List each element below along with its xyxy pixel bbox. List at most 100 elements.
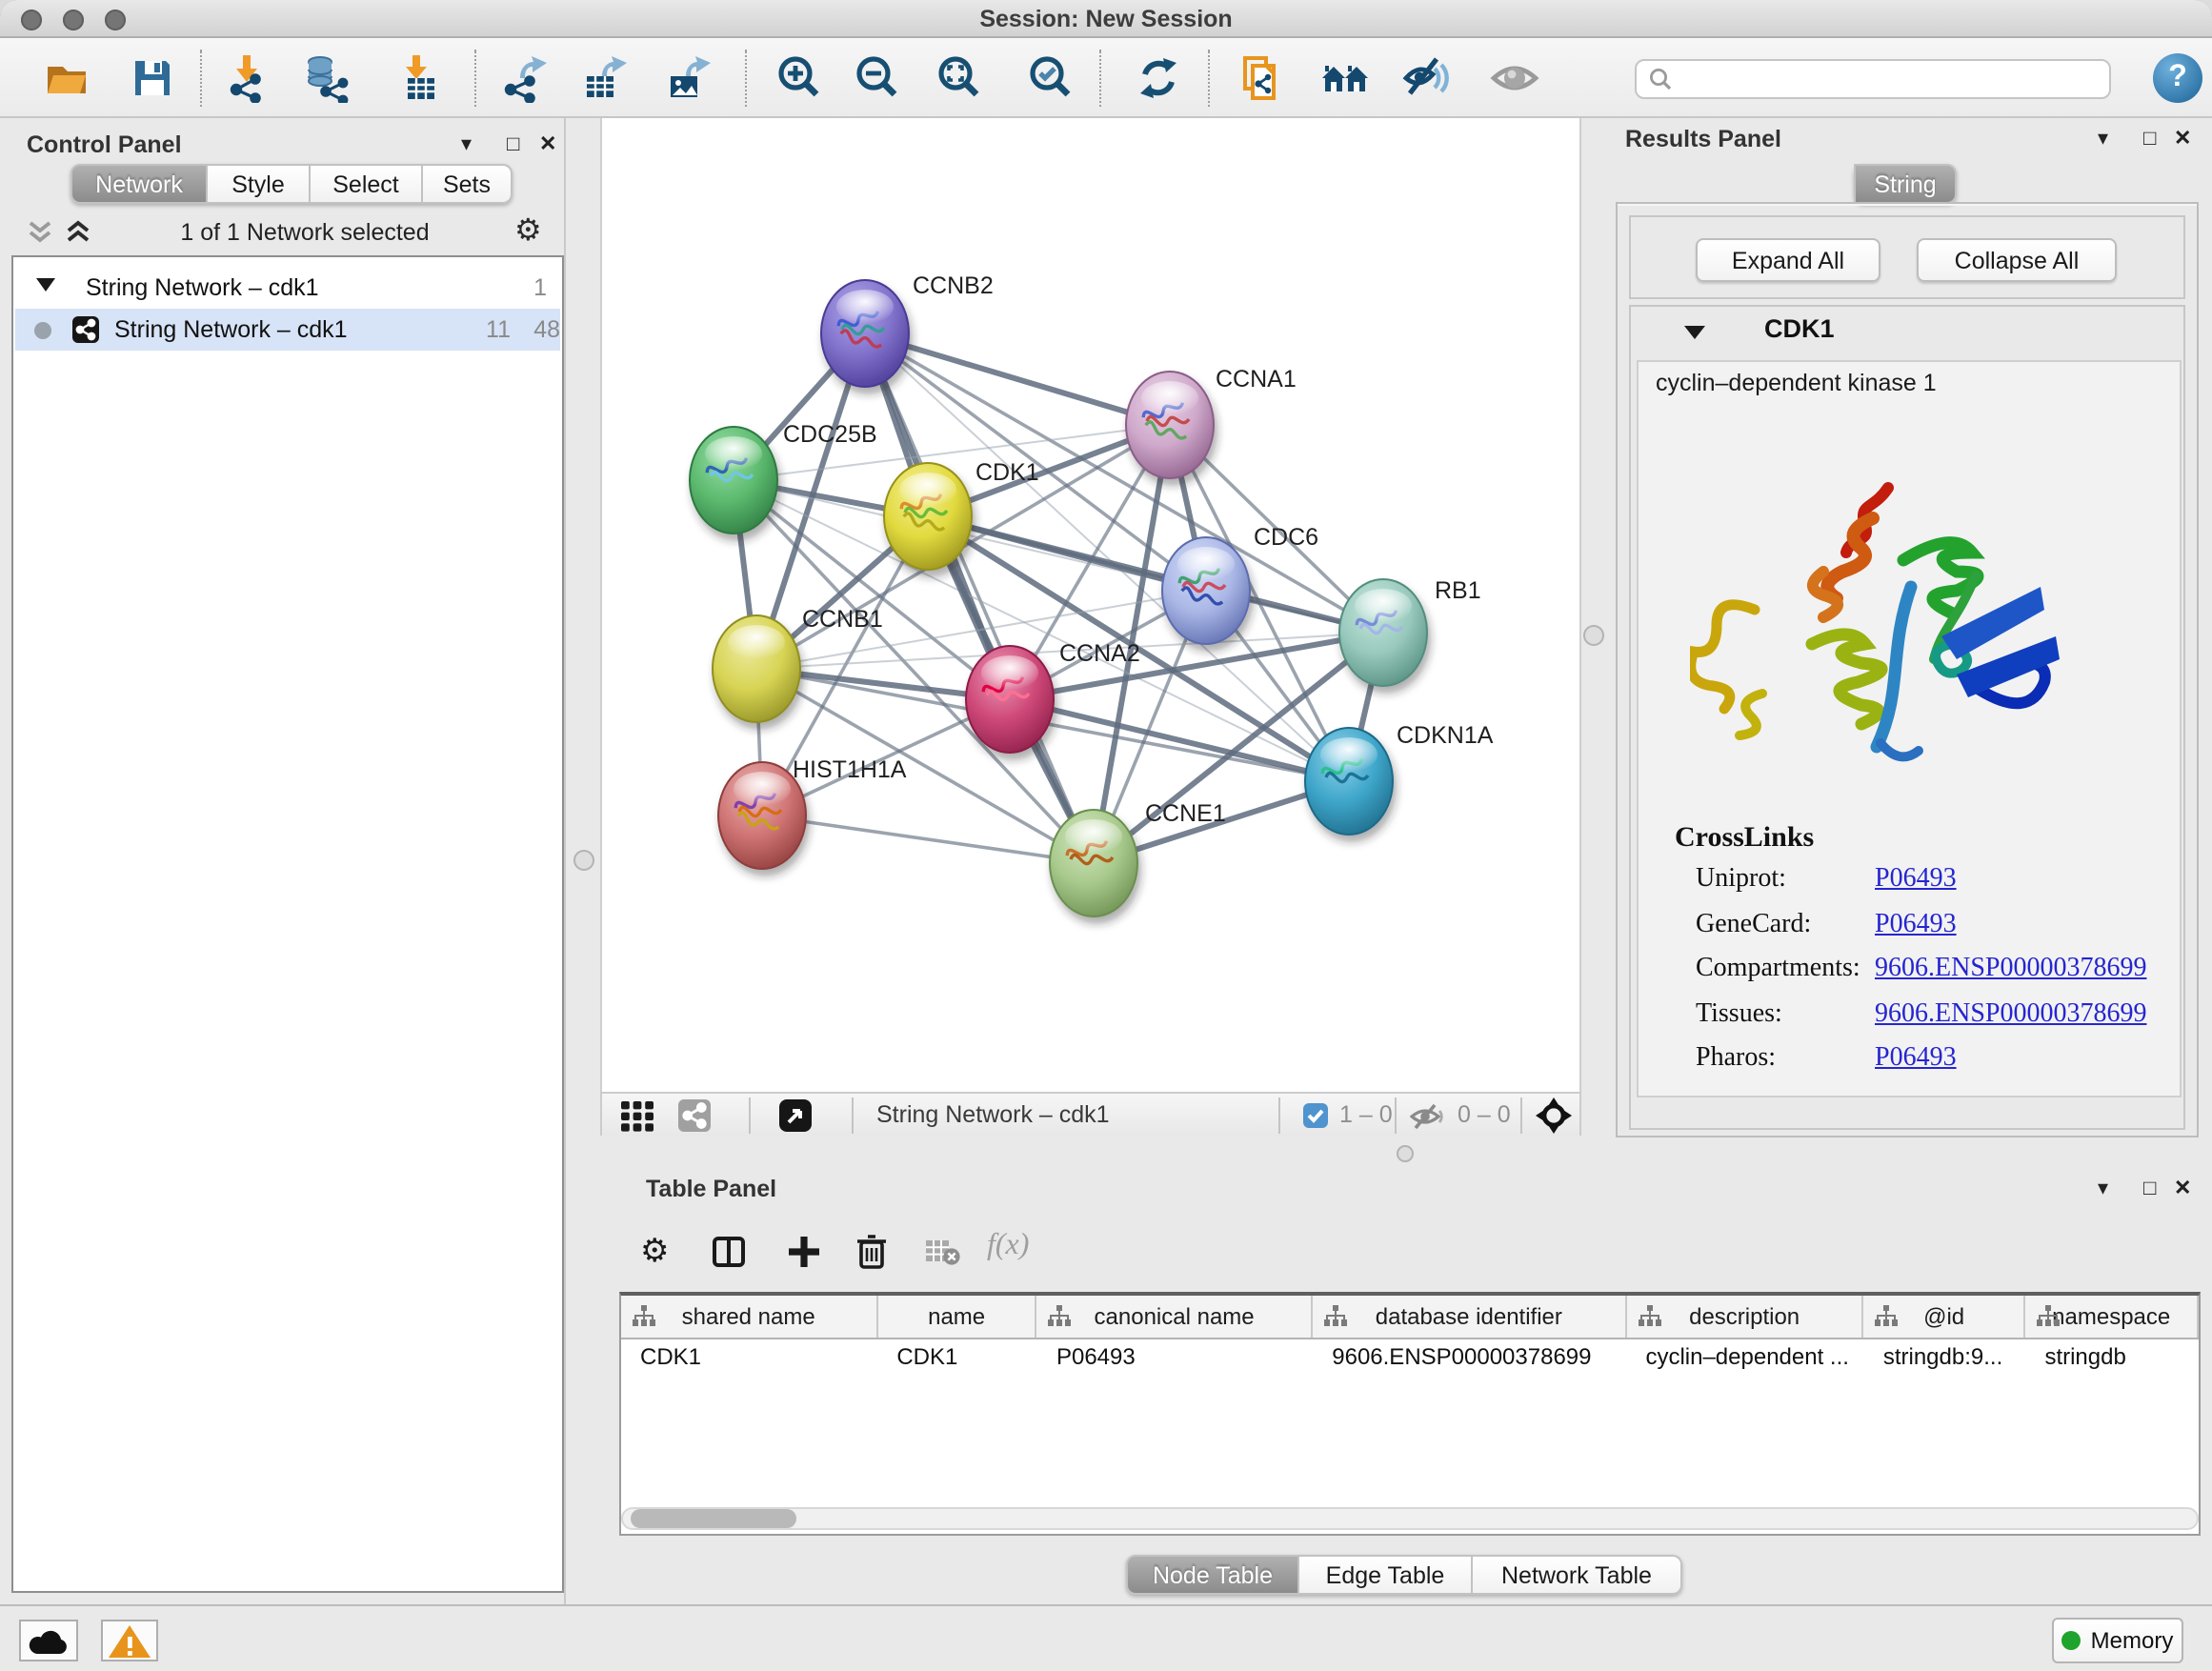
right-splitter-handle[interactable] <box>1583 625 1604 646</box>
table-horizontal-scrollbar[interactable] <box>621 1507 2199 1530</box>
horizontal-splitter-handle[interactable] <box>1397 1145 1414 1162</box>
node-CCNB2[interactable] <box>821 280 909 387</box>
export-network-icon[interactable] <box>501 53 551 103</box>
crosslink-row: Compartments:9606.ENSP00000378699 <box>1696 955 2172 999</box>
node-CDK1[interactable] <box>884 463 972 570</box>
column-header-sharedname[interactable]: shared name <box>621 1296 877 1338</box>
column-label: name <box>877 1296 1036 1338</box>
column-header-namespace[interactable]: namespace <box>2025 1296 2199 1338</box>
import-database-icon[interactable] <box>303 53 352 103</box>
column-header-canonicalname[interactable]: canonical name <box>1037 1296 1313 1338</box>
tab-network[interactable]: Network <box>70 164 208 204</box>
import-table-icon[interactable] <box>392 53 442 103</box>
node-CDC25B[interactable] <box>690 427 777 534</box>
table-cell[interactable]: 9606.ENSP00000378699 <box>1313 1339 1626 1374</box>
expand-all-icon[interactable] <box>65 219 91 244</box>
export-image-icon[interactable] <box>663 53 713 103</box>
tab-select[interactable]: Select <box>311 164 423 204</box>
control-panel-menu-icon[interactable]: ▾ <box>461 131 472 158</box>
expand-all-button[interactable]: Expand All <box>1696 238 1880 282</box>
share-document-icon[interactable] <box>1238 53 1288 103</box>
node-CCNA2[interactable] <box>966 646 1054 753</box>
warning-button[interactable] <box>101 1620 158 1661</box>
selected-checkbox-icon[interactable] <box>1303 1103 1328 1128</box>
table-cell[interactable]: stringdb:9... <box>1864 1339 2026 1374</box>
current-network-title: String Network – cdk1 <box>876 1094 1110 1137</box>
crosslink-link[interactable]: P06493 <box>1875 910 1957 940</box>
network-canvas[interactable]: CCNB2CCNA1CDC25BCDK1CDC6RB1CCNB1CCNA2CDK… <box>602 118 1579 1092</box>
birds-eye-view-icon[interactable] <box>779 1099 812 1132</box>
crosslink-link[interactable]: P06493 <box>1875 865 1957 896</box>
table-panel-float-icon[interactable]: □ <box>2143 1176 2156 1202</box>
network-type-icon[interactable] <box>678 1099 711 1132</box>
section-expander-icon[interactable] <box>1684 324 1705 341</box>
open-session-icon[interactable] <box>42 53 91 103</box>
collapse-all-button[interactable]: Collapse All <box>1917 238 2117 282</box>
table-row[interactable]: CDK1CDK1P064939606.ENSP00000378699cyclin… <box>621 1339 2199 1374</box>
collapse-all-icon[interactable] <box>27 219 53 244</box>
delete-column-icon[interactable] <box>855 1233 888 1269</box>
left-splitter-handle[interactable] <box>573 850 594 871</box>
node-CCNA1[interactable] <box>1126 372 1214 478</box>
node-CCNB1[interactable] <box>713 615 800 722</box>
network-collection-row[interactable]: String Network – cdk1 1 <box>13 269 562 307</box>
home-icon[interactable] <box>1320 53 1370 103</box>
column-header-databaseidentifier[interactable]: database identifier <box>1313 1296 1626 1338</box>
center-view-icon[interactable] <box>1536 1097 1572 1134</box>
network-row-selected[interactable]: String Network – cdk1 11 48 <box>15 309 560 351</box>
memory-button[interactable]: Memory <box>2052 1618 2183 1663</box>
show-eye-icon[interactable] <box>1490 53 1539 103</box>
add-column-icon[interactable] <box>787 1235 821 1269</box>
table-gear-icon[interactable]: ⚙ <box>640 1233 670 1271</box>
refresh-icon[interactable] <box>1134 53 1183 103</box>
table-cell[interactable]: stringdb <box>2025 1339 2199 1374</box>
column-header-description[interactable]: description <box>1626 1296 1863 1338</box>
table-panel-menu-icon[interactable]: ▾ <box>2098 1176 2108 1202</box>
control-panel-float-icon[interactable]: □ <box>507 131 519 158</box>
column-header-id[interactable]: @id <box>1864 1296 2026 1338</box>
zoom-fit-icon[interactable] <box>935 53 985 103</box>
tab-network-table[interactable]: Network Table <box>1473 1555 1682 1595</box>
tab-string[interactable]: String <box>1854 164 1957 204</box>
zoom-in-icon[interactable] <box>775 53 825 103</box>
zoom-selected-icon[interactable] <box>1027 53 1076 103</box>
crosslink-link[interactable]: 9606.ENSP00000378699 <box>1875 955 2146 985</box>
help-button[interactable]: ? <box>2153 53 2202 103</box>
toolbar-separator <box>1099 50 1101 107</box>
gear-icon[interactable]: ⚙ <box>514 211 542 250</box>
search-field[interactable] <box>1635 59 2111 99</box>
tree-expander-icon[interactable] <box>36 276 55 293</box>
column-header-name[interactable]: name <box>877 1296 1037 1338</box>
node-CDKN1A[interactable] <box>1305 728 1393 835</box>
crosslink-link[interactable]: 9606.ENSP00000378699 <box>1875 999 2146 1030</box>
scrollbar-thumb[interactable] <box>631 1509 796 1528</box>
network-view[interactable]: CCNB2CCNA1CDC25BCDK1CDC6RB1CCNB1CCNA2CDK… <box>600 118 1581 1092</box>
tab-edge-table[interactable]: Edge Table <box>1299 1555 1473 1595</box>
node-CDC6[interactable] <box>1162 537 1250 644</box>
node-RB1[interactable] <box>1339 579 1427 686</box>
cloud-button[interactable] <box>19 1620 78 1661</box>
crosslink-link[interactable]: P06493 <box>1875 1044 1957 1075</box>
hide-results-eye-icon[interactable] <box>1402 53 1452 103</box>
zoom-out-icon[interactable] <box>854 53 903 103</box>
save-session-icon[interactable] <box>128 53 177 103</box>
results-panel-float-icon[interactable]: □ <box>2143 126 2156 152</box>
results-panel-close-icon[interactable]: ✕ <box>2174 126 2191 152</box>
table-cell[interactable]: CDK1 <box>621 1339 877 1374</box>
grid-view-icon[interactable] <box>621 1101 655 1132</box>
results-panel-menu-icon[interactable]: ▾ <box>2098 126 2108 152</box>
node-CCNE1[interactable] <box>1050 810 1137 916</box>
control-panel-close-icon[interactable]: ✕ <box>539 131 556 158</box>
import-network-icon[interactable] <box>223 53 272 103</box>
tab-sets[interactable]: Sets <box>423 164 513 204</box>
search-input[interactable] <box>1680 63 2109 95</box>
tab-style[interactable]: Style <box>208 164 311 204</box>
export-table-icon[interactable] <box>579 53 629 103</box>
table-cell[interactable]: CDK1 <box>877 1339 1037 1374</box>
network-tree: String Network – cdk1 1 String Network –… <box>11 255 564 1593</box>
table-panel-close-icon[interactable]: ✕ <box>2174 1176 2191 1202</box>
tab-node-table[interactable]: Node Table <box>1126 1555 1299 1595</box>
table-cell[interactable]: cyclin–dependent ... <box>1626 1339 1863 1374</box>
show-columns-icon[interactable] <box>713 1237 745 1267</box>
table-cell[interactable]: P06493 <box>1037 1339 1313 1374</box>
